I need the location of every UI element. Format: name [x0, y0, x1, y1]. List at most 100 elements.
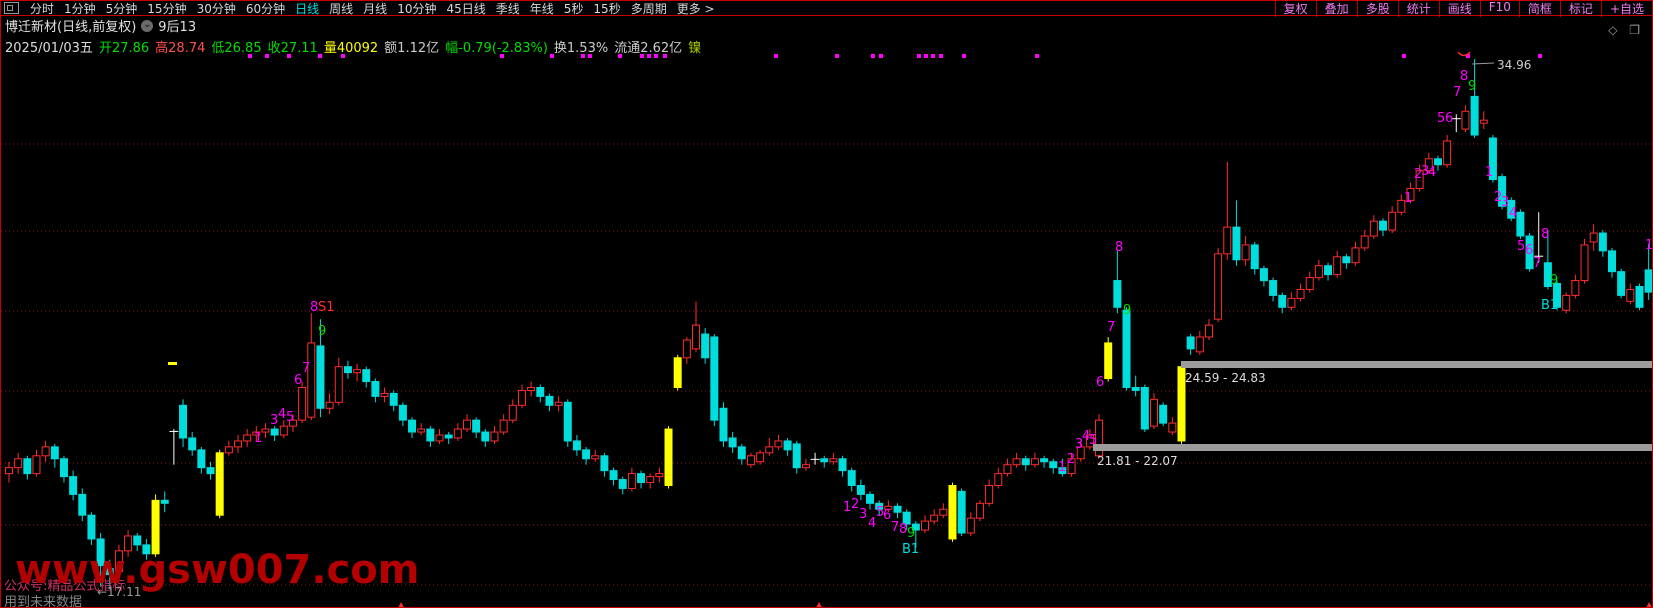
candle-body-up	[1031, 459, 1038, 465]
candle-body-up	[1215, 254, 1222, 319]
candle-body-up	[262, 429, 269, 432]
peak-price-label: 34.96	[1497, 58, 1531, 72]
price-band	[1093, 444, 1653, 451]
candle-body-down	[601, 456, 608, 471]
candle-body-up	[308, 343, 315, 417]
signal-dot	[939, 54, 943, 58]
candle-body-down	[583, 450, 590, 459]
signal-dot	[924, 54, 928, 58]
candle-body-up	[802, 465, 809, 468]
candle-body-down	[60, 459, 67, 477]
candle-body-down	[79, 494, 86, 515]
candle-body-up	[986, 485, 993, 503]
candle-body-down	[1105, 343, 1112, 379]
candle-body-down	[821, 459, 828, 462]
candle-body-up	[922, 521, 929, 530]
annotation-4: 4	[1509, 206, 1517, 221]
candle-body-up	[1013, 459, 1020, 465]
candle-body-up	[693, 325, 700, 349]
candle-body-down	[1050, 462, 1057, 468]
candle-body-up	[33, 456, 40, 474]
candle-body-down	[958, 491, 965, 533]
annotation-7: 7	[1107, 320, 1115, 335]
candle-body-up	[500, 420, 507, 432]
annotation-1: 1	[1404, 191, 1412, 206]
signal-dot	[663, 54, 667, 58]
candle-body-up	[335, 367, 342, 403]
candle-body-down	[894, 506, 901, 512]
annotation-6: 6	[1096, 375, 1104, 390]
candle-body-down	[564, 402, 571, 441]
candle-body-down	[537, 387, 544, 396]
candle-body-up	[235, 441, 242, 447]
candle-body-down	[573, 441, 580, 450]
candle-body-up	[6, 468, 13, 474]
bottom-mark-icon: ▲	[1646, 600, 1653, 608]
candle-body-up	[42, 447, 49, 456]
annotation-7: 7	[302, 361, 310, 376]
candle-body-up	[491, 432, 498, 441]
candle-body-down	[88, 515, 95, 539]
candle-body-down	[711, 337, 718, 420]
candle-body-up	[1361, 236, 1368, 248]
candle-body-up	[1196, 337, 1203, 352]
candle-body-down	[1279, 295, 1286, 307]
annotation-9: 9	[1550, 273, 1558, 288]
candle-body-up	[683, 340, 690, 358]
candle-body-down	[1343, 257, 1350, 263]
candle-body-down	[1123, 310, 1130, 387]
candle-body-down	[784, 441, 791, 450]
signal-dot	[287, 54, 291, 58]
candle-body-down	[363, 370, 370, 382]
candle-body-up	[747, 456, 754, 465]
candle-body-up	[592, 456, 599, 459]
signal-dot	[248, 54, 252, 58]
candle-body-down	[738, 447, 745, 459]
annotation-4: 4	[1428, 165, 1436, 180]
candle-body-down	[180, 405, 187, 438]
candle-body-down	[1325, 266, 1332, 275]
candle-body-down	[848, 471, 855, 486]
annotation-9: 9	[1123, 303, 1131, 318]
candle-body-down	[702, 334, 709, 358]
candle-body-down	[161, 500, 168, 503]
candle-body-up	[775, 441, 782, 447]
candle-body-down	[839, 459, 846, 471]
candle-body-up	[381, 393, 388, 396]
candle-body-down	[1141, 387, 1148, 429]
candle-body-up	[15, 459, 22, 468]
candle-body-down	[473, 420, 480, 432]
signal-dot	[835, 54, 839, 58]
candle-body-down	[427, 429, 434, 441]
candle-body-up	[518, 390, 525, 405]
candle-body-up	[647, 477, 654, 483]
candle-body-up	[1288, 298, 1295, 307]
candle-body-up	[628, 474, 635, 489]
signal-dot	[341, 54, 345, 58]
candle-body-down	[1114, 281, 1121, 308]
candle-body-up	[1581, 245, 1588, 281]
candle-body-down	[610, 471, 617, 480]
bottom-mark-icon: ▲	[398, 600, 405, 608]
candle-body-down	[1609, 251, 1616, 272]
candle-body-up	[1480, 120, 1487, 123]
candle-body-up	[1306, 278, 1313, 290]
candle-body-up	[1224, 227, 1231, 254]
candle-body-down	[1187, 337, 1194, 349]
candle-body-up	[244, 435, 251, 441]
candle-body-up	[757, 453, 764, 462]
candle-body-down	[1178, 367, 1185, 441]
candle-body-down	[793, 444, 800, 468]
signal-dot	[588, 54, 592, 58]
candle-body-down	[216, 453, 223, 515]
candle-body-down	[949, 485, 956, 538]
low-price-label: ←17.11	[97, 585, 141, 599]
candle-body-down	[344, 367, 351, 373]
candle-body-down	[1160, 405, 1167, 423]
candle-body-up	[766, 447, 773, 453]
candlestick-chart[interactable]: 24.59 - 24.8321.81 - 22.071345678S191234…	[1, 1, 1653, 608]
annotation-5: 5	[1089, 433, 1097, 448]
candle-body-down	[198, 450, 205, 468]
candle-body-up	[1572, 281, 1579, 296]
candle-body-down	[1618, 272, 1625, 296]
